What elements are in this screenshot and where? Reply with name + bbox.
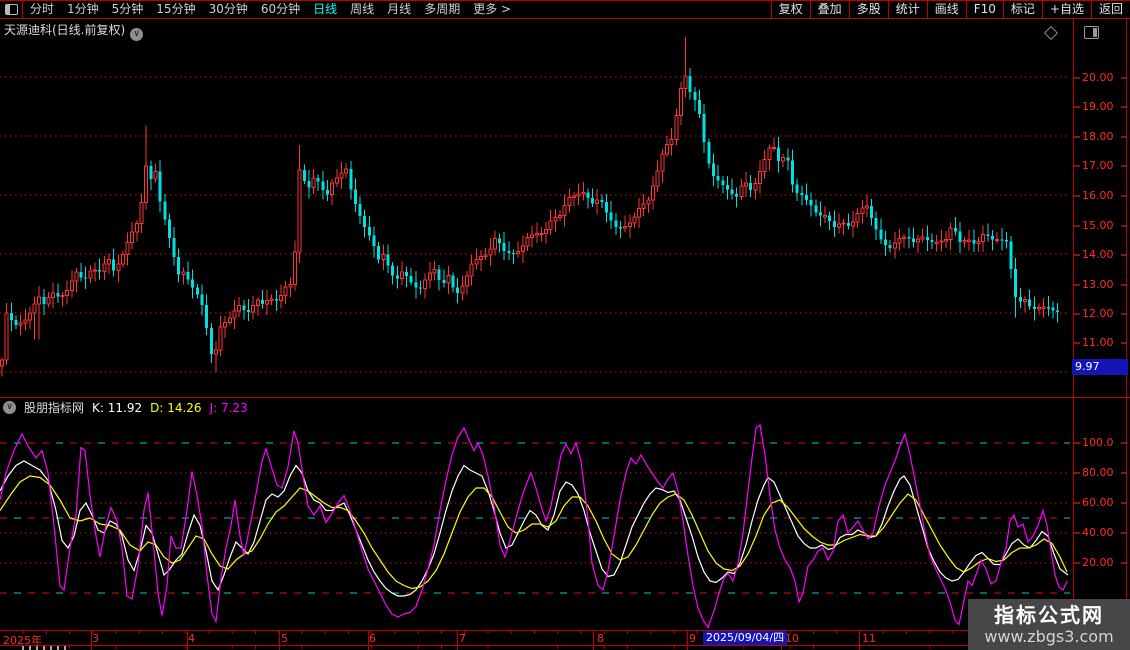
indicator-axis-label: 80.00 (1082, 466, 1114, 479)
time-axis-label: 8 (597, 632, 604, 645)
price-axis-label: 11.00 (1082, 336, 1114, 349)
panel-layout-icon[interactable] (1084, 26, 1099, 39)
indicator-k-value: K: 11.92 (92, 401, 142, 415)
time-axis-label: 7 (459, 632, 466, 645)
price-axis-label: 18.00 (1082, 130, 1114, 143)
stock-title-text: 天源迪科(日线.前复权) (4, 23, 125, 37)
kdj-j-line (0, 425, 1067, 628)
watermark-url: www.zbgs3.com (984, 627, 1113, 647)
indicator-name: 股朋指标网 (24, 399, 84, 416)
price-axis-label: 15.00 (1082, 219, 1114, 232)
chart-canvas (0, 0, 1130, 650)
chevron-down-icon[interactable]: ∨ (3, 401, 16, 414)
indicator-header: ∨ 股朋指标网 K: 11.92 D: 14.26 J: 7.23 (3, 399, 248, 416)
price-axis-label: 19.00 (1082, 100, 1114, 113)
time-axis-label: 2025年 (3, 632, 42, 648)
price-axis-label: 12.00 (1082, 307, 1114, 320)
indicator-axis-label: 60.00 (1082, 496, 1114, 509)
trading-app-window: 分时1分钟5分钟15分钟30分钟60分钟日线周线月线多周期更多 > 复权叠加多股… (0, 0, 1130, 650)
price-axis-label: 13.00 (1082, 278, 1114, 291)
time-axis-label: 6 (369, 632, 376, 645)
time-axis-label: 3 (92, 632, 99, 645)
time-axis-label: 9 (689, 632, 696, 645)
stock-title: 天源迪科(日线.前复权) ∨ (4, 21, 143, 41)
indicator-d-value: D: 14.26 (150, 401, 201, 415)
selected-date-badge: 2025/09/04/四 (703, 631, 787, 645)
price-axis-label: 20.00 (1082, 71, 1114, 84)
indicator-axis-label: 40.00 (1082, 526, 1114, 539)
indicator-axis-label: 20.00 (1082, 556, 1114, 569)
kdj-d-line (0, 476, 1067, 589)
watermark: 指标公式网 www.zbgs3.com (968, 599, 1130, 650)
chevron-down-icon[interactable]: ∨ (130, 28, 143, 41)
time-axis-label: 5 (281, 632, 288, 645)
price-axis-label: 14.00 (1082, 248, 1114, 261)
watermark-title: 指标公式网 (994, 603, 1104, 627)
indicator-axis-label: 100.0 (1082, 436, 1114, 449)
candlestick-series (1, 37, 1060, 376)
time-axis-label: 4 (188, 632, 195, 645)
time-axis-label: 11 (862, 632, 876, 645)
current-price-badge: 9.97 (1072, 359, 1128, 375)
price-axis-label: 17.00 (1082, 159, 1114, 172)
price-axis-label: 16.00 (1082, 189, 1114, 202)
indicator-j-value: J: 7.23 (210, 401, 248, 415)
